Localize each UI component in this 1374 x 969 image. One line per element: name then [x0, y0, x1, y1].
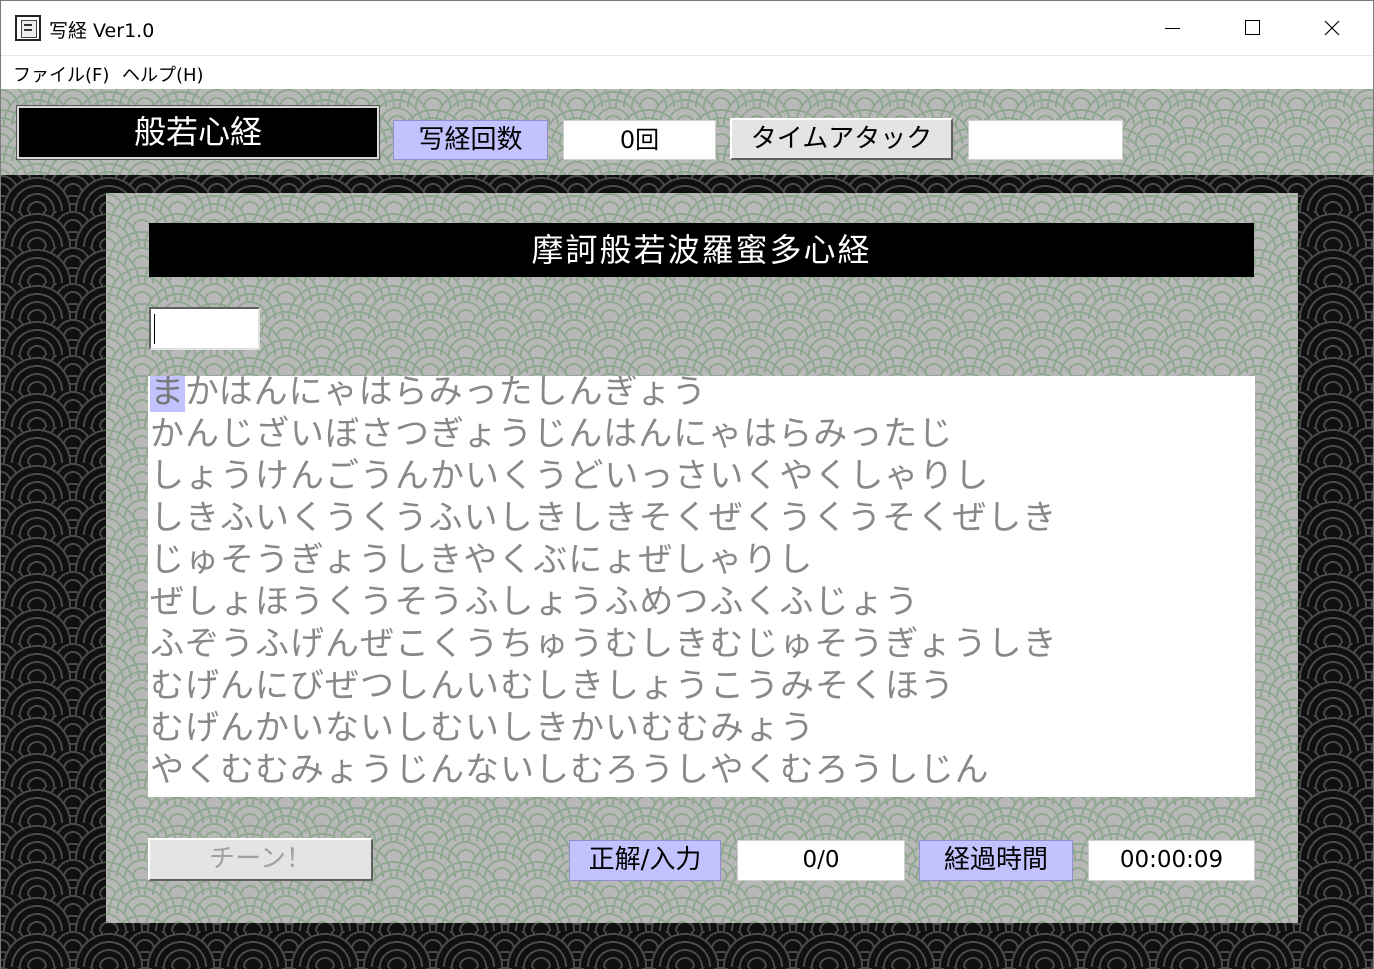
elapsed-time-label: 経過時間	[919, 840, 1073, 881]
sutra-line: むげんにびぜつしんいむしきしょうこうみそくほう	[150, 666, 955, 706]
title-bar[interactable]: 写経 Ver1.0	[1, 1, 1373, 55]
sutra-name-display: 般若心経	[16, 105, 380, 160]
sutra-text-area: まかはんにゃはらみったしんぎょう かんじざいぼさつぎょうじんはんにゃはらみったじ…	[148, 376, 1255, 797]
close-icon	[1324, 20, 1340, 36]
sutra-line: しきふいくうくうふいしきしきそくぜくうくうそくぜしき	[150, 498, 1058, 538]
window-title: 写経 Ver1.0	[49, 20, 155, 42]
chin-bell-button[interactable]: チーン！	[148, 838, 373, 881]
sutra-line: ふぞうふげんぜこくうちゅうむしきむじゅそうぎょうしき	[150, 624, 1058, 664]
time-attack-value	[968, 120, 1123, 160]
sutra-heading: 摩訶般若波羅蜜多心経	[149, 223, 1254, 277]
menu-help[interactable]: ヘルプ(H)	[122, 61, 204, 87]
kana-input-field[interactable]	[149, 307, 260, 350]
maximize-icon	[1245, 20, 1260, 35]
menu-file[interactable]: ファイル(F)	[13, 61, 109, 87]
maximize-button[interactable]	[1212, 1, 1292, 55]
sutra-line: しょうけんごうんかいくうどいっさいくやくしゃりし	[150, 456, 990, 496]
elapsed-time-value: 00:00:09	[1088, 840, 1255, 881]
minimize-icon	[1165, 28, 1180, 29]
copy-count-value: 0回	[563, 120, 716, 160]
sutra-line: じゅそうぎょうしきやくぶにょぜしゃりし	[150, 540, 814, 580]
sutra-line: やくむむみょうじんないしむろうしやくむろうしじん	[150, 750, 990, 790]
close-button[interactable]	[1292, 1, 1372, 55]
correct-input-label: 正解/入力	[569, 840, 721, 881]
minimize-button[interactable]	[1132, 1, 1212, 55]
menu-bar: ファイル(F) ヘルプ(H)	[1, 55, 1373, 89]
sutra-line: ぜしょほうくうそうふしょうふめつふくふじょう	[150, 582, 920, 622]
text-caret	[154, 314, 155, 344]
correct-input-value: 0/0	[737, 840, 905, 881]
sutra-line: まかはんにゃはらみったしんぎょう	[150, 376, 707, 413]
time-attack-button[interactable]: タイムアタック	[730, 118, 953, 160]
sutra-line: かんじざいぼさつぎょうじんはんにゃはらみったじ	[150, 414, 954, 454]
sutra-line: むげんかいないしむいしきかいむむみょう	[150, 708, 815, 748]
copy-count-label: 写経回数	[393, 120, 548, 160]
app-icon	[15, 15, 41, 41]
current-char-highlight: ま	[150, 376, 185, 412]
